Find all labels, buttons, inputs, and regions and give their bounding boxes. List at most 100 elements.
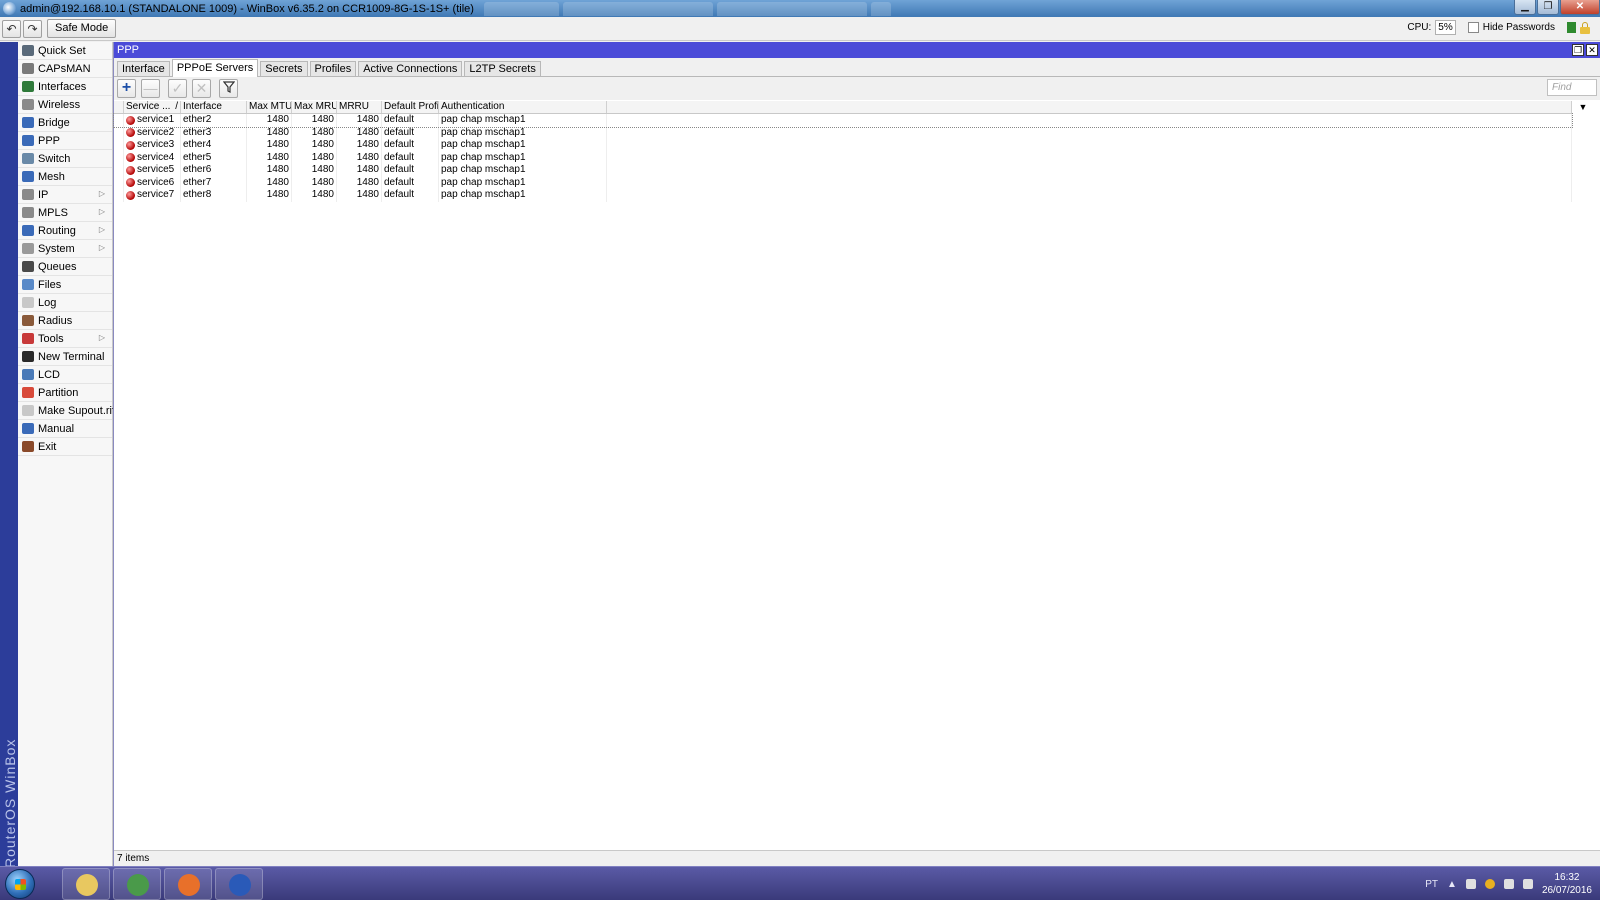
cell-interface: ether4 [181,139,247,152]
pppoe-server-icon [126,140,135,150]
sidebar-item-interfaces[interactable]: Interfaces [18,78,112,96]
sidebar-item-ppp[interactable]: PPP [18,132,112,150]
row-filler [607,176,1572,189]
sidebar-item-partition[interactable]: Partition [18,384,112,402]
tab-interface[interactable]: Interface [117,61,170,76]
tab-secrets[interactable]: Secrets [260,61,308,76]
header-filler [607,101,1572,113]
column-header-authentication[interactable]: Authentication [439,101,607,113]
column-header-mrru[interactable]: MRRU [337,101,382,113]
sidebar-item-capsman[interactable]: CAPsMAN [18,60,112,78]
table-row[interactable]: service1 ether2 1480 1480 1480 default pap cha… [113,113,1573,128]
cell-interface: ether5 [181,151,247,164]
column-header-default-profile[interactable]: Default Profile [382,101,439,113]
mpls-icon [22,207,34,218]
table-row[interactable]: service6 ether7 1480 1480 1480 default pap cha… [114,176,1572,189]
tab-pppoe-servers[interactable]: PPPoE Servers [171,59,259,77]
action-center-flag-icon[interactable] [1465,879,1476,889]
sidebar-item-quick-set[interactable]: Quick Set [18,42,112,60]
sidebar-item-mesh[interactable]: Mesh [18,168,112,186]
background-tab[interactable] [483,1,559,16]
tab-profiles[interactable]: Profiles [309,61,357,76]
column-header-service[interactable]: Service ... / [124,101,181,113]
sidebar-item-queues[interactable]: Queues [18,258,112,276]
cell-mrru: 1480 [337,114,382,127]
taskbar-app-button[interactable] [62,868,110,900]
cell-mtu: 1480 [247,164,292,177]
table-row[interactable]: service2 ether3 1480 1480 1480 default pap cha… [114,126,1572,139]
sidebar-item-mpls[interactable]: MPLS ▷ [18,204,112,222]
sidebar-item-wireless[interactable]: Wireless [18,96,112,114]
close-button[interactable]: ✕ [1560,0,1600,15]
sidebar-item-ip[interactable]: IP ▷ [18,186,112,204]
find-input[interactable]: Find [1547,79,1597,96]
close-window-icon[interactable]: ✕ [1586,44,1598,56]
sidebar-item-make-supout-rif[interactable]: Make Supout.rif [18,402,115,420]
tab-l2tp-secrets[interactable]: L2TP Secrets [464,61,541,76]
restore-window-icon[interactable]: ❐ [1572,44,1584,56]
enable-button[interactable]: ✓ [168,79,187,98]
cell-service: service7 [124,189,181,202]
cell-mru: 1480 [292,164,337,177]
table-row[interactable]: service4 ether5 1480 1480 1480 default pap cha… [114,151,1572,164]
hide-passwords-checkbox[interactable] [1467,22,1479,33]
table-row[interactable]: service5 ether6 1480 1480 1480 default pap cha… [114,164,1572,177]
sidebar-item-files[interactable]: Files [18,276,112,294]
hide-passwords-label[interactable]: Hide Passwords [1483,22,1555,33]
sidebar-item-bridge[interactable]: Bridge [18,114,112,132]
sidebar-item-lcd[interactable]: LCD [18,366,112,384]
sidebar-item-log[interactable]: Log [18,294,112,312]
tab-active-connections[interactable]: Active Connections [358,61,463,76]
clock[interactable]: 16:32 26/07/2016 [1542,871,1592,897]
cell-auth: pap chap mschap1 [439,176,607,189]
tray-expand-icon[interactable]: ▲ [1447,879,1457,890]
network-icon[interactable] [1522,879,1533,889]
table-body: service1 ether2 1480 1480 1480 default pap cha… [113,113,1573,202]
column-header-interface[interactable]: Interface [181,101,247,113]
volume-icon[interactable] [1503,879,1514,889]
sidebar-item-system[interactable]: System ▷ [18,240,112,258]
cell-auth: pap chap mschap1 [439,139,607,152]
sidebar-item-switch[interactable]: Switch [18,150,112,168]
sidebar-item-routing[interactable]: Routing ▷ [18,222,112,240]
minimize-button[interactable]: ▁ [1514,0,1536,15]
sidebar-item-manual[interactable]: Manual [18,420,112,438]
taskbar-app-button[interactable] [113,868,161,900]
disable-button[interactable]: ✕ [192,79,211,98]
remove-button[interactable]: — [141,79,160,98]
background-tab[interactable] [716,1,867,16]
column-chooser-dropdown-icon[interactable]: ▼ [1576,101,1590,114]
column-header-max-mtu[interactable]: Max MTU [247,101,292,113]
sidebar-item-exit[interactable]: Exit [18,438,112,456]
submenu-arrow-icon: ▷ [98,207,105,216]
table-row[interactable]: service7 ether8 1480 1480 1480 default pap cha… [114,189,1572,202]
sidebar-item-tools[interactable]: Tools ▷ [18,330,112,348]
language-indicator[interactable]: PT [1425,879,1438,890]
tray-app-icon[interactable] [1484,879,1495,889]
filter-button[interactable] [219,79,238,98]
taskbar-app-button[interactable] [215,868,263,900]
safe-mode-button[interactable]: Safe Mode [47,19,117,38]
submenu-arrow-icon: ▷ [98,243,105,252]
column-header-max-mru[interactable]: Max MRU [292,101,337,113]
sidebar-item-radius[interactable]: Radius [18,312,112,330]
ppp-window-title: PPP [117,44,140,56]
row-spacer [114,139,124,152]
redo-button[interactable]: ↷ [23,19,42,38]
sidebar-item-label: Wireless [38,98,81,111]
taskbar-app-button[interactable] [164,868,212,900]
start-button[interactable] [5,869,35,899]
supout-icon [22,405,34,416]
sidebar-item-label: Exit [38,440,57,453]
row-filler [607,114,1572,127]
table-row[interactable]: service3 ether4 1480 1480 1480 default pap cha… [114,139,1572,152]
sidebar-item-new-terminal[interactable]: New Terminal [18,348,112,366]
capsman-icon [22,63,34,74]
background-tab[interactable] [562,1,713,16]
add-button[interactable]: + [117,79,136,98]
background-tab[interactable] [870,1,891,16]
row-spacer [114,151,124,164]
partition-icon [22,387,34,398]
undo-button[interactable]: ↶ [2,19,21,38]
maximize-button[interactable]: ❐ [1537,0,1559,15]
